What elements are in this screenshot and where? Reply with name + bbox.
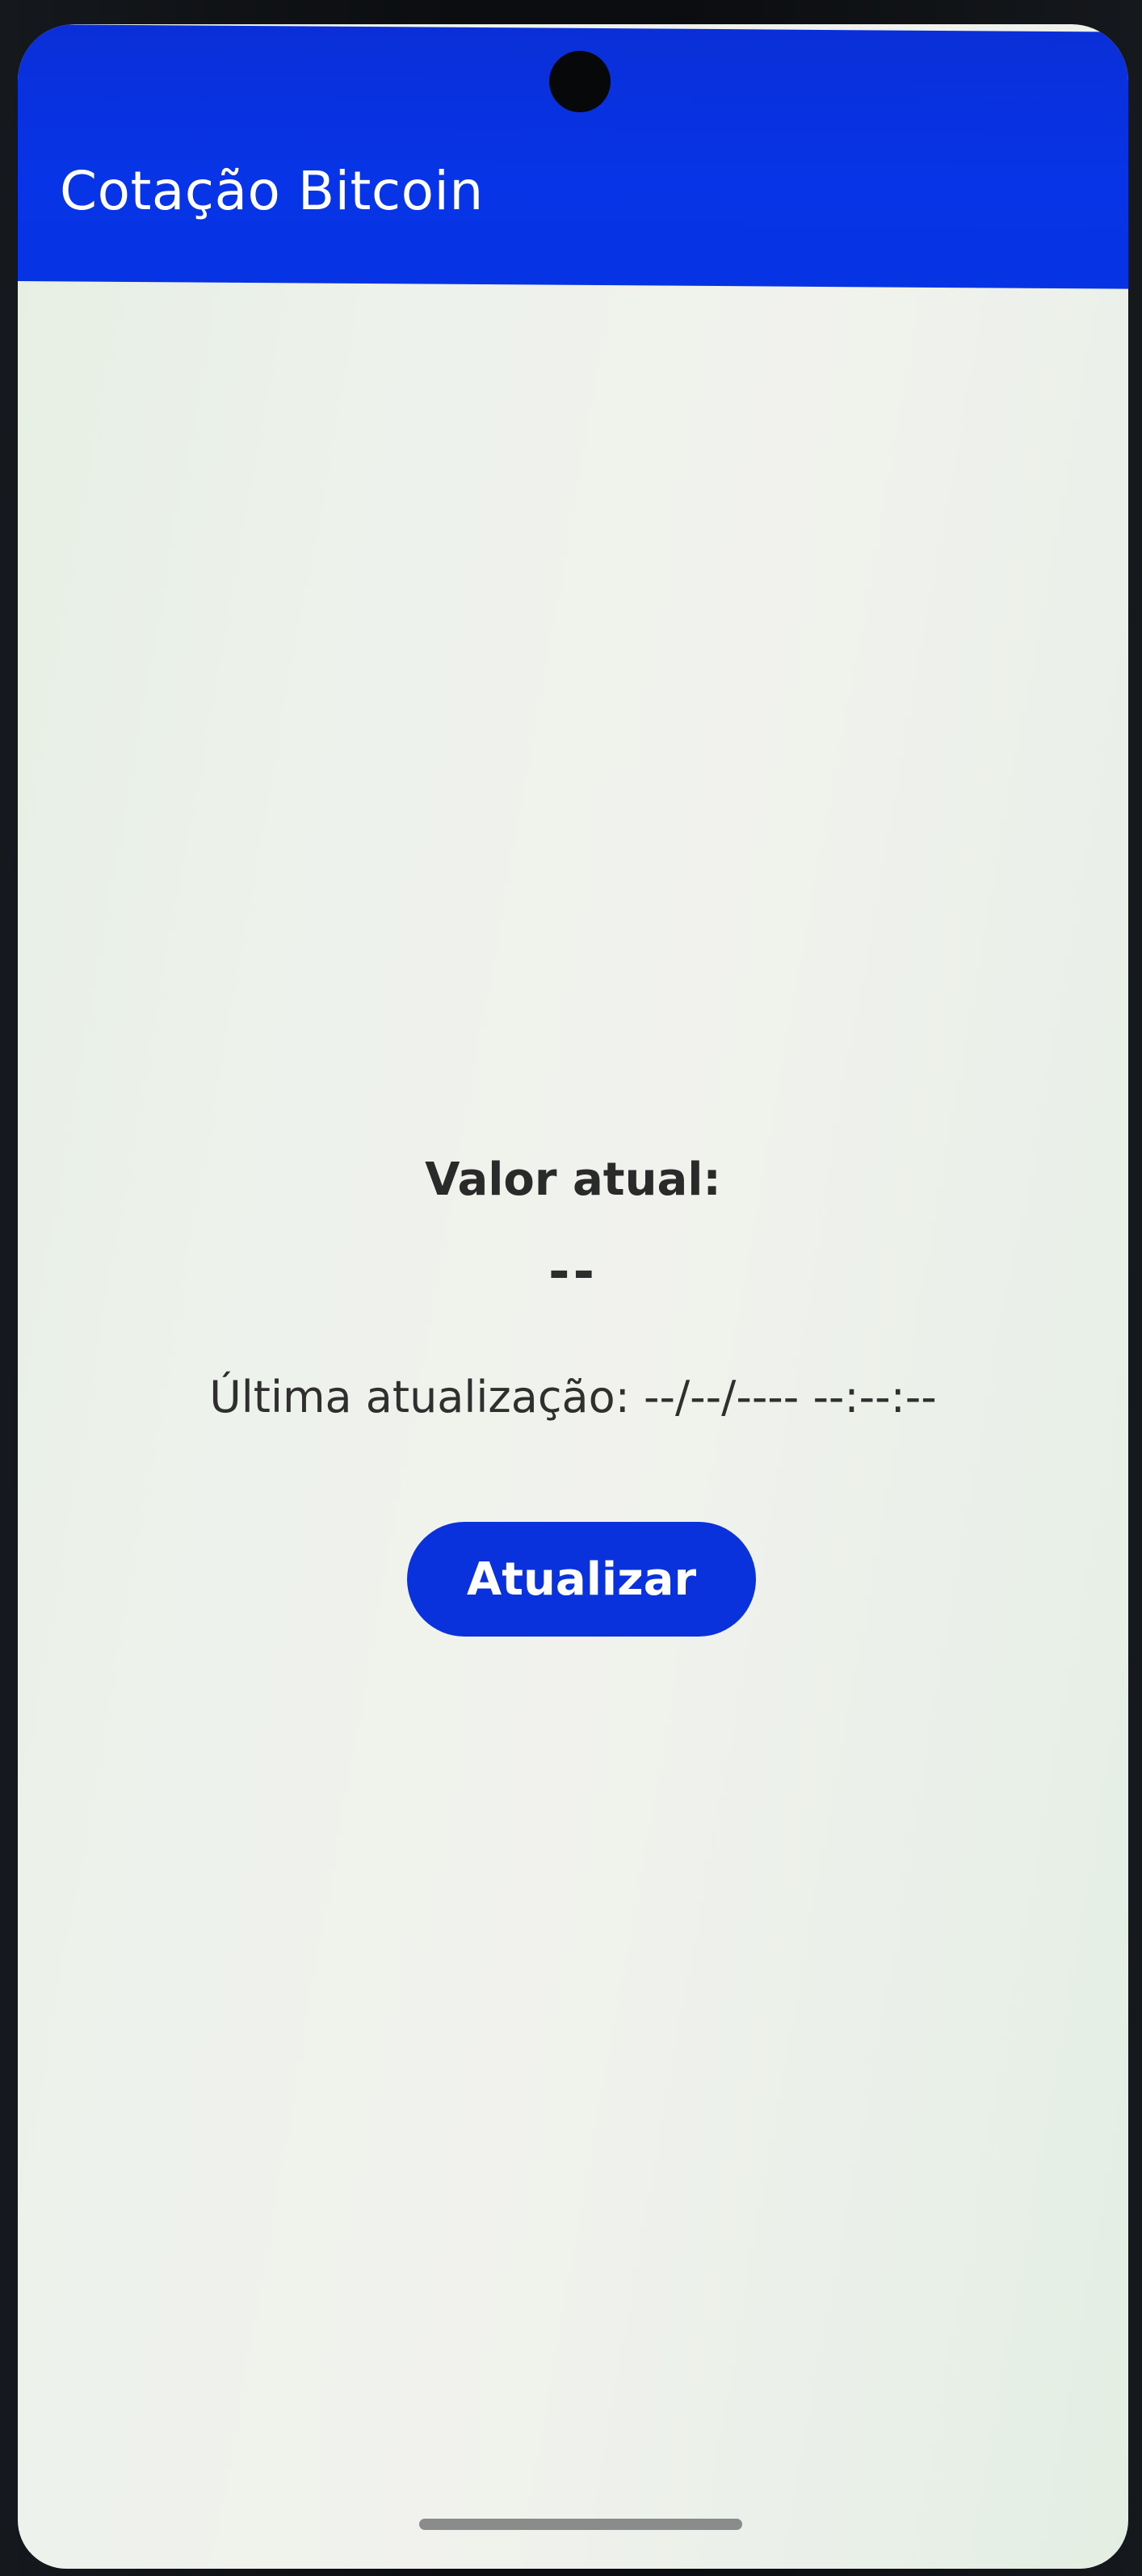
refresh-button[interactable]: Atualizar xyxy=(407,1522,756,1637)
phone-frame: Cotação Bitcoin Valor atual: -- Última a… xyxy=(0,0,1142,2576)
app-title: Cotação Bitcoin xyxy=(60,160,484,222)
last-updated-text: Última atualização: --/--/---- --:--:-- xyxy=(209,1372,937,1422)
app-screen: Cotação Bitcoin Valor atual: -- Última a… xyxy=(18,24,1128,2569)
main-content: Valor atual: -- Última atualização: --/-… xyxy=(18,281,1128,2569)
home-indicator[interactable] xyxy=(419,2519,742,2530)
front-camera-cutout xyxy=(549,51,611,112)
current-value: -- xyxy=(548,1242,598,1302)
current-value-label: Valor atual: xyxy=(425,1154,721,1206)
